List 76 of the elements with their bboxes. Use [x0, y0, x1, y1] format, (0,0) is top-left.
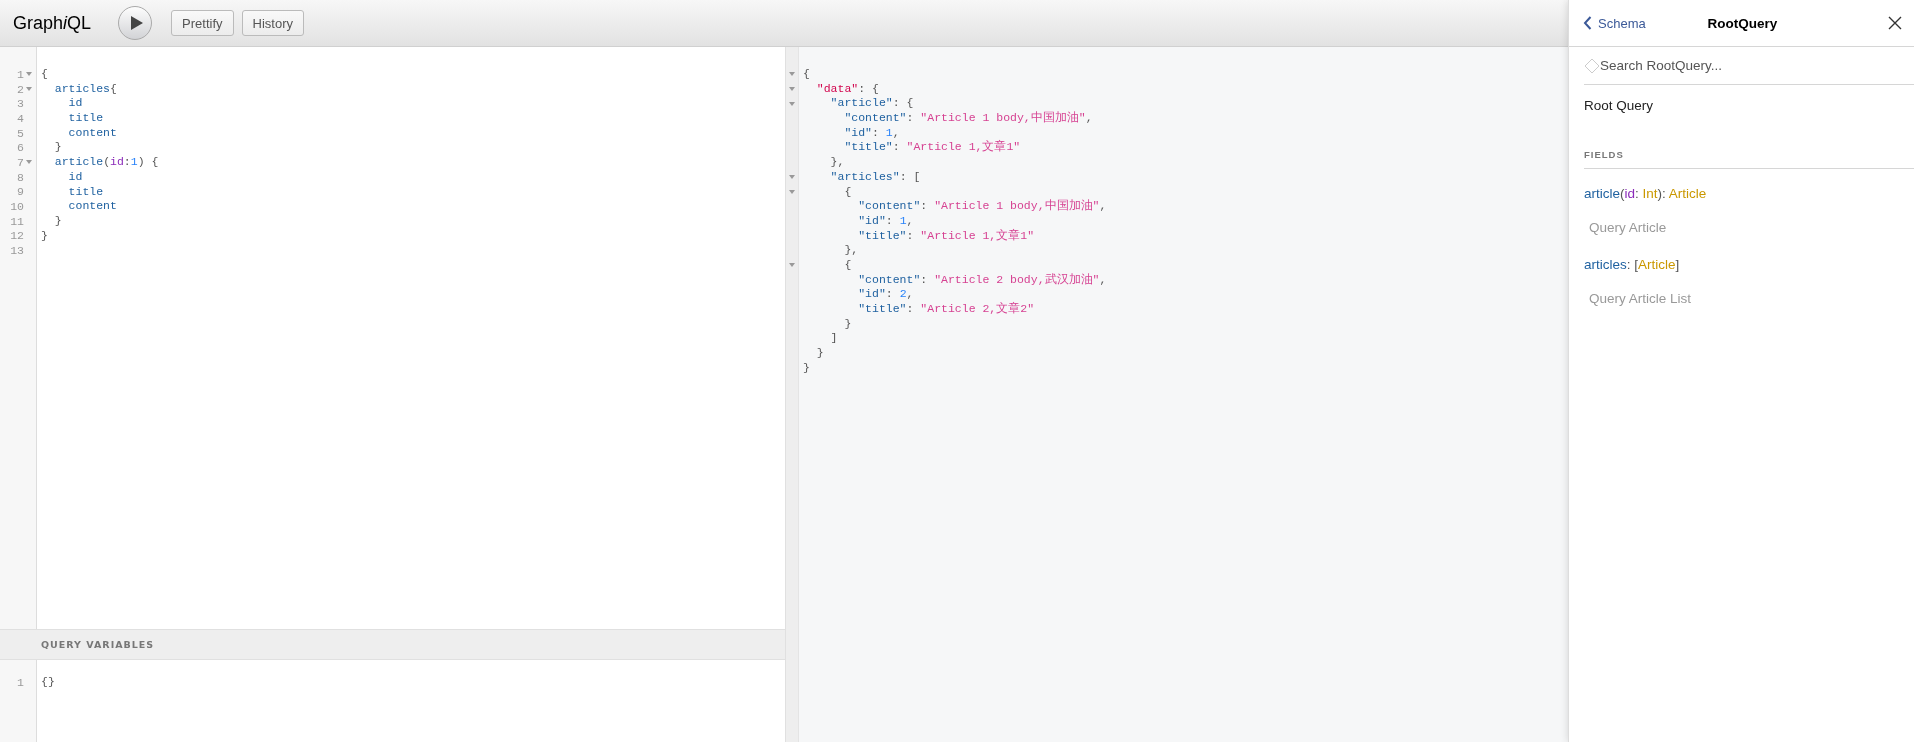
code-line: "title": "Article 1,文章1" — [857, 228, 1036, 244]
fold-arrow-icon[interactable] — [789, 263, 795, 268]
code-line: id — [67, 96, 84, 112]
fold-arrow-icon[interactable] — [789, 72, 795, 77]
search-field[interactable]: Search RootQuery... — [1584, 47, 1914, 85]
app-title: GraphiQL — [13, 12, 92, 34]
code-line: content — [67, 199, 118, 214]
code-line: } — [53, 140, 63, 156]
field-description: Query Article List — [1588, 290, 1693, 306]
line-number: 5 — [17, 126, 24, 140]
code-line: "title": "Article 1,文章1" — [843, 140, 1022, 156]
code-line: articles{ — [53, 81, 118, 97]
code-line: content — [67, 125, 118, 141]
code-line: {} — [41, 675, 55, 690]
chevron-left-icon — [1583, 16, 1592, 30]
code-line: article(id:1) { — [53, 155, 159, 170]
code-line: } — [815, 346, 825, 361]
line-number: 8 — [17, 170, 24, 184]
code-line: title — [67, 111, 105, 126]
code-line: { — [843, 184, 853, 200]
line-number: 4 — [17, 111, 24, 125]
diamond-icon — [1584, 57, 1600, 74]
code-line: "content": "Article 2 body,武汉加油", — [857, 272, 1107, 288]
code-line: } — [803, 360, 811, 376]
code-line: { — [843, 257, 853, 273]
type-description: Root Query — [1584, 97, 1655, 115]
line-number: 13 — [10, 244, 24, 258]
code-line: }, — [843, 243, 860, 258]
field-description: Query Article — [1588, 219, 1668, 235]
toolbar-button[interactable]: Prettify — [171, 10, 234, 36]
line-number: 11 — [10, 214, 24, 228]
line-number: 12 — [10, 229, 24, 243]
code-line: "title": "Article 2,文章2" — [857, 302, 1036, 317]
code-line: "id": 2, — [857, 287, 915, 302]
line-number: 3 — [17, 97, 24, 111]
variables-header[interactable]: QUERY VARIABLES — [0, 629, 785, 660]
fold-arrow-icon[interactable] — [789, 175, 795, 180]
code-line: "content": "Article 1 body,中国加油", — [857, 199, 1107, 214]
code-line: { — [41, 67, 49, 82]
fold-arrow-icon[interactable] — [789, 189, 795, 194]
close-icon[interactable] — [1888, 16, 1902, 30]
fold-arrow-icon[interactable] — [26, 160, 32, 165]
fold-arrow-icon[interactable] — [789, 87, 795, 92]
execute-button[interactable] — [118, 6, 153, 40]
code-line: } — [53, 213, 63, 229]
line-number: 9 — [17, 185, 24, 199]
code-line: ] — [829, 331, 839, 347]
field-link[interactable]: articles: [Article] — [1584, 257, 1680, 272]
fold-arrow-icon[interactable] — [26, 87, 32, 92]
code-line: title — [67, 184, 105, 200]
code-line: } — [41, 228, 49, 244]
field-link[interactable]: article(id: Int): Article — [1584, 186, 1707, 201]
code-line: "id": 1, — [857, 213, 915, 229]
play-icon — [130, 16, 143, 30]
back-link[interactable]: Schema — [1583, 15, 1646, 31]
section-title: QUERY VARIABLES — [41, 639, 155, 650]
code-line: "data": { — [815, 81, 880, 97]
code-line: "article": { — [829, 96, 915, 112]
toolbar-button[interactable]: History — [241, 10, 304, 36]
line-number: 7 — [17, 155, 24, 169]
code-line: { — [803, 67, 811, 82]
code-line: }, — [829, 155, 846, 170]
code-line: "content": "Article 1 body,中国加油", — [843, 111, 1094, 126]
fold-arrow-icon[interactable] — [26, 72, 32, 77]
line-number: 10 — [10, 200, 24, 214]
code-line: id — [67, 169, 84, 185]
line-number: 1 — [17, 675, 24, 689]
fold-arrow-icon[interactable] — [789, 101, 795, 106]
code-line: "id": 1, — [843, 125, 901, 141]
line-number: 1 — [17, 67, 24, 81]
line-number: 6 — [17, 141, 24, 155]
line-number: 2 — [17, 82, 24, 96]
code-line: "articles": [ — [829, 169, 922, 185]
section-title: FIELDS — [1584, 149, 1914, 169]
docs-title: RootQuery — [1707, 15, 1778, 31]
code-line: } — [843, 316, 853, 332]
